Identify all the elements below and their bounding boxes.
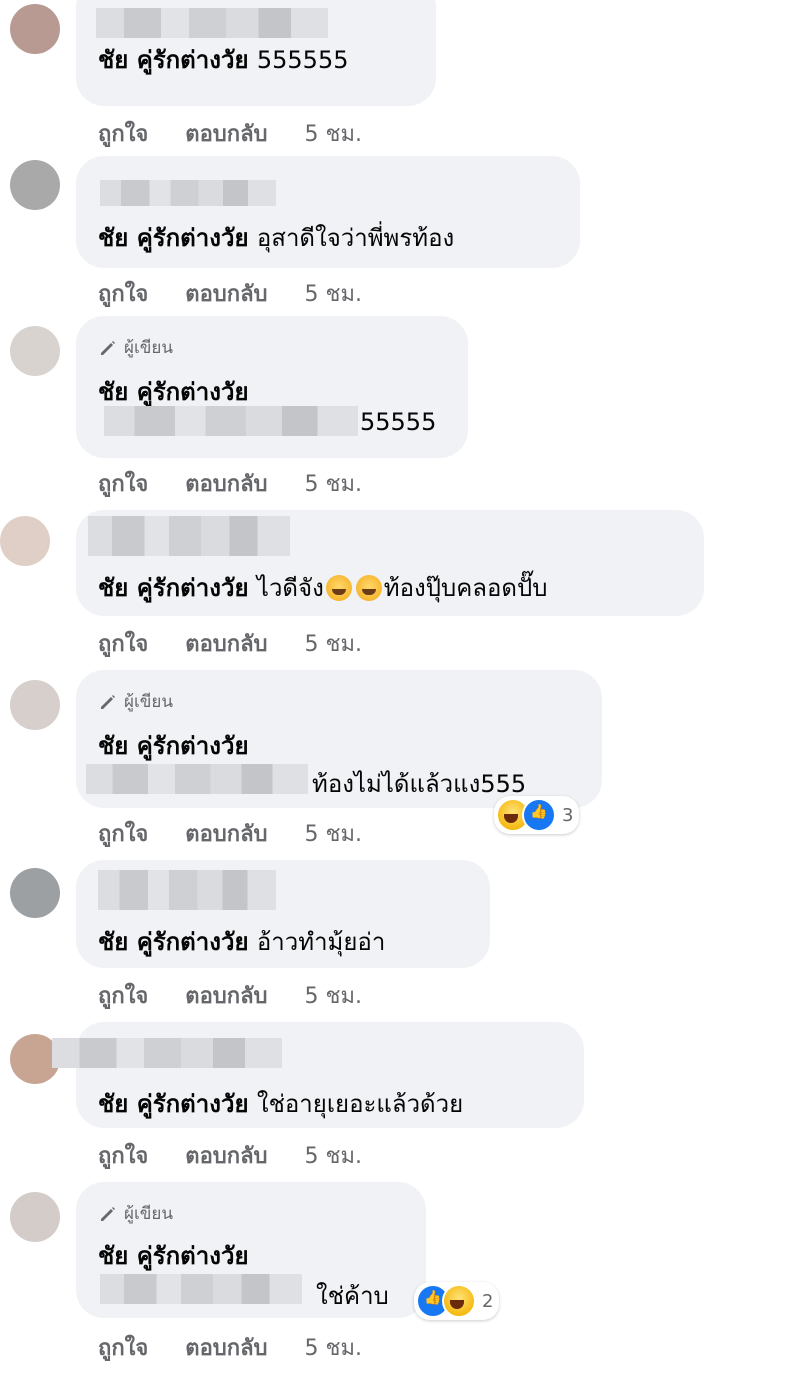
redacted-commenter-name (96, 8, 328, 38)
comment-text: อุสาดีใจว่าพี่พรท้อง (256, 224, 455, 252)
reply-button[interactable]: ตอบกลับ (185, 984, 267, 1009)
avatar[interactable] (10, 868, 60, 918)
like-button[interactable]: ถูกใจ (98, 122, 148, 147)
comment-text: 55555 (360, 408, 437, 436)
redacted-text (100, 1274, 302, 1304)
comment-actions: ถูกใจ ตอบกลับ 5 ชม. (98, 276, 392, 311)
comment-actions: ถูกใจ ตอบกลับ 5 ชม. (98, 466, 392, 501)
comment-text: ท้องไม่ได้แล้วแง555 (312, 770, 527, 798)
timestamp[interactable]: 5 ชม. (305, 984, 362, 1009)
comment-bubble: ชัย คู่รักต่างวัย 555555 (76, 0, 436, 106)
reply-button[interactable]: ตอบกลับ (185, 1144, 267, 1169)
author-badge-label: ผู้เขียน (124, 692, 173, 712)
comment-bubble: ชัย คู่รักต่างวัย ไวดีจัง ท้องปุ๊บคลอดปั… (76, 510, 704, 616)
tagged-name[interactable]: ชัย คู่รักต่างวัย (98, 732, 249, 760)
comment-bubble: ชัย คู่รักต่างวัย อุสาดีใจว่าพี่พรท้อง (76, 156, 580, 268)
avatar[interactable] (10, 680, 60, 730)
author-badge-label: ผู้เขียน (124, 338, 173, 358)
tagged-name[interactable]: ชัย คู่รักต่างวัย (98, 568, 249, 607)
grinning-emoji-icon (355, 574, 382, 601)
comment-text: 555555 (256, 46, 349, 74)
comment-actions: ถูกใจ ตอบกลับ 5 ชม. (98, 816, 392, 851)
timestamp[interactable]: 5 ชม. (305, 632, 362, 657)
pencil-icon (101, 340, 115, 355)
comment-bubble: ผู้เขียน ชัย คู่รักต่างวัย ใช่ค้าบ (76, 1182, 426, 1318)
reaction-count: 3 (562, 804, 574, 826)
reaction-summary[interactable]: 2 (414, 1282, 500, 1320)
timestamp[interactable]: 5 ชม. (305, 822, 362, 847)
redacted-commenter-name (88, 516, 290, 556)
comment-actions: ถูกใจ ตอบกลับ 5 ชม. (98, 1138, 392, 1173)
timestamp[interactable]: 5 ชม. (305, 1336, 362, 1361)
comment-text: ใช่อายุเยอะแล้วด้วย (256, 1090, 464, 1118)
reply-button[interactable]: ตอบกลับ (185, 472, 267, 497)
comment-actions: ถูกใจ ตอบกลับ 5 ชม. (98, 1330, 392, 1365)
comment-bubble: ชัย คู่รักต่างวัย ใช่อายุเยอะแล้วด้วย (52, 1022, 584, 1128)
timestamp[interactable]: 5 ชม. (305, 282, 362, 307)
reply-button[interactable]: ตอบกลับ (185, 282, 267, 307)
redacted-text (104, 406, 358, 436)
author-badge: ผู้เขียน (98, 688, 173, 715)
comment-bubble: ชัย คู่รักต่างวัย อ้าวทำมุ้ยอ่า (76, 860, 490, 968)
comment-text: ไวดีจัง (256, 574, 324, 602)
author-badge: ผู้เขียน (98, 334, 173, 361)
like-button[interactable]: ถูกใจ (98, 984, 148, 1009)
avatar[interactable] (10, 160, 60, 210)
redacted-text (86, 764, 308, 794)
comment-text: ใช่ค้าบ (316, 1282, 389, 1310)
comment-actions: ถูกใจ ตอบกลับ 5 ชม. (98, 626, 392, 661)
comment-text: อ้าวทำมุ้ยอ่า (256, 928, 386, 956)
avatar[interactable] (10, 1192, 60, 1242)
avatar[interactable] (0, 516, 50, 566)
comment-text-continued: ท้องปุ๊บคลอดปั๊บ (383, 574, 548, 602)
timestamp[interactable]: 5 ชม. (305, 1144, 362, 1169)
tagged-name[interactable]: ชัย คู่รักต่างวัย (98, 1242, 249, 1270)
like-button[interactable]: ถูกใจ (98, 632, 148, 657)
tagged-name[interactable]: ชัย คู่รักต่างวัย (98, 224, 249, 252)
like-reaction-icon (522, 798, 556, 832)
like-button[interactable]: ถูกใจ (98, 282, 148, 307)
like-button[interactable]: ถูกใจ (98, 472, 148, 497)
reaction-count: 2 (482, 1290, 494, 1312)
avatar[interactable] (10, 326, 60, 376)
comment-actions: ถูกใจ ตอบกลับ 5 ชม. (98, 978, 392, 1013)
tagged-name[interactable]: ชัย คู่รักต่างวัย (98, 1090, 249, 1118)
like-button[interactable]: ถูกใจ (98, 1336, 148, 1361)
avatar[interactable] (10, 4, 60, 54)
like-button[interactable]: ถูกใจ (98, 1144, 148, 1169)
comment-bubble: ผู้เขียน ชัย คู่รักต่างวัย 55555 (76, 316, 468, 458)
reply-button[interactable]: ตอบกลับ (185, 632, 267, 657)
redacted-commenter-name (98, 870, 276, 910)
haha-reaction-icon (442, 1284, 476, 1318)
tagged-name[interactable]: ชัย คู่รักต่างวัย (98, 928, 249, 956)
grinning-emoji-icon (325, 574, 352, 601)
comment-actions: ถูกใจ ตอบกลับ 5 ชม. (98, 116, 392, 151)
redacted-commenter-name (100, 180, 276, 206)
reply-button[interactable]: ตอบกลับ (185, 1336, 267, 1361)
timestamp[interactable]: 5 ชม. (305, 472, 362, 497)
tagged-name[interactable]: ชัย คู่รักต่างวัย (98, 378, 249, 406)
pencil-icon (101, 694, 115, 709)
reply-button[interactable]: ตอบกลับ (185, 122, 267, 147)
timestamp[interactable]: 5 ชม. (305, 122, 362, 147)
redacted-commenter-name (52, 1038, 282, 1068)
like-button[interactable]: ถูกใจ (98, 822, 148, 847)
author-badge: ผู้เขียน (98, 1200, 173, 1227)
reply-button[interactable]: ตอบกลับ (185, 822, 267, 847)
reaction-summary[interactable]: 3 (494, 796, 580, 834)
tagged-name[interactable]: ชัย คู่รักต่างวัย (98, 46, 249, 74)
pencil-icon (101, 1206, 115, 1221)
author-badge-label: ผู้เขียน (124, 1204, 173, 1224)
comment-bubble: ผู้เขียน ชัย คู่รักต่างวัย ท้องไม่ได้แล้… (76, 670, 602, 808)
